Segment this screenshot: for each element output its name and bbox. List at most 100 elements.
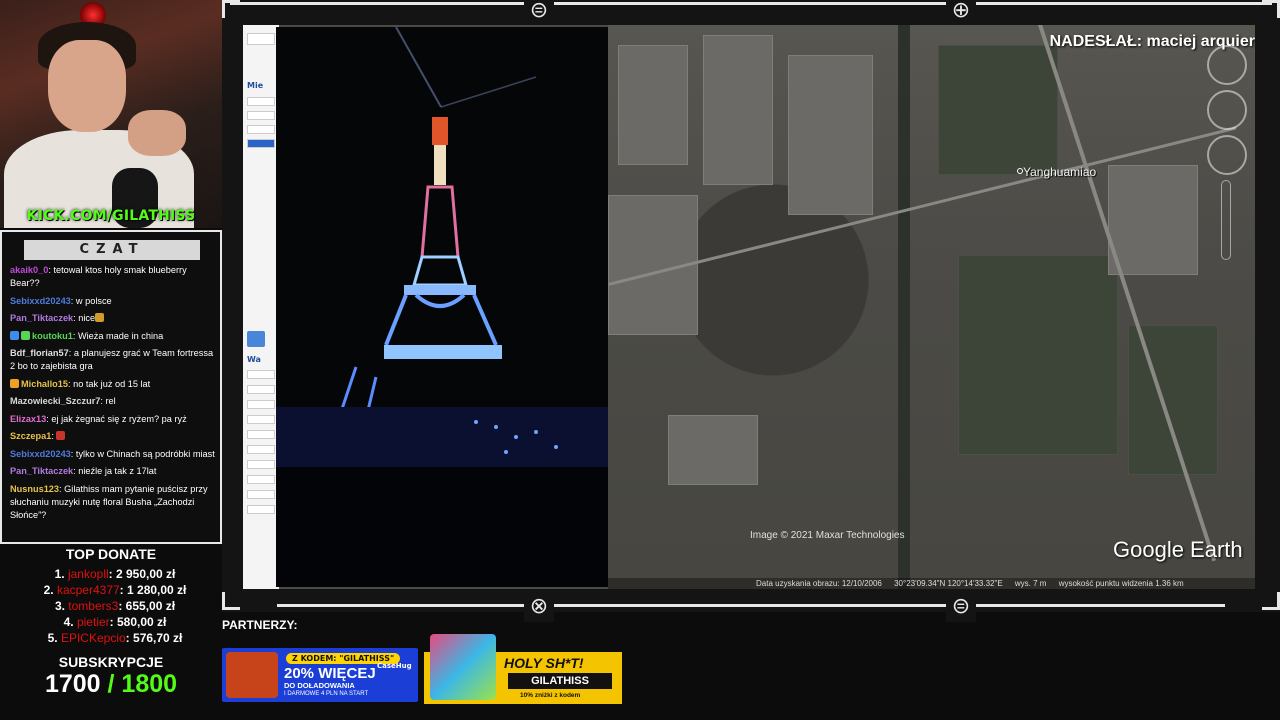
chat-message: akaik0_0: tetowal ktos holy smak blueber… [10,264,218,290]
chat-username[interactable]: Michallo15 [21,379,68,389]
chat-message: Sebixxd20243: w polsce [10,295,218,308]
navigation-controls[interactable] [1205,45,1249,265]
move-joystick-icon[interactable] [1207,135,1247,175]
chat-panel: CZAT akaik0_0: tetowal ktos holy smak bl… [0,230,222,544]
top-donate-list: 1. jankopll: 2 950,00 zł 2. kacper4377: 1… [0,566,222,646]
donate-amount: 2 950,00 zł [116,567,176,581]
chat-text: w polsce [75,295,112,306]
crosshair-icon: ⊕ [946,0,976,26]
sidebar-row[interactable] [247,415,275,424]
ad-brand: CaseHug [377,662,412,670]
chat-username[interactable]: Nusnus123 [10,484,59,494]
partner-ad-holy[interactable]: HOLY SH*T! GILATHISS 10% zniżki z kodem [424,634,622,704]
status-elevation: wys. 7 m [1014,579,1047,588]
building-cluster [788,55,873,215]
donate-amount: 576,70 zł [133,631,183,645]
chat-text: no tak już od 15 lat [73,378,151,389]
partner-ad-casehug[interactable]: Z KODEM: "GILATHISS" CaseHug 20% WIĘCEJ … [222,648,418,702]
donate-name: tombers3 [68,599,119,613]
farm-field [1128,325,1218,475]
donate-rank: 5. [47,631,58,645]
donate-rank: 1. [54,567,65,581]
ad-headline: 20% WIĘCEJ [284,665,376,682]
ad-small-print: 10% zniżki z kodem [520,692,581,699]
satellite-map[interactable]: NADESŁAŁ: maciej arquier Yanghuamiao Ima… [608,25,1255,589]
chat-text: rel [105,396,116,406]
sidebar-row[interactable] [247,385,275,394]
chat-username[interactable]: koutoku1 [32,331,73,341]
chat-text: nieźle ja tak z 17lat [78,466,157,476]
chat-message: Szczepa1: [10,430,218,443]
farm-field [958,255,1118,455]
donate-rank: 4. [63,615,74,629]
google-earth-sidebar: Mie Wa [243,25,279,589]
logo-stripes-icon: ⊜ [946,592,976,622]
sidebar-row-selected[interactable] [247,139,275,148]
frame-corner-br [1262,592,1280,610]
chat-message: koutoku1: Wieża made in china [10,330,218,343]
building-cluster [1108,165,1198,275]
ad-small-print: I DARMOWE 4 PLN NA START [284,691,369,697]
chat-text: nice [78,313,96,323]
sidebar-label-layers[interactable]: Wa [247,355,261,364]
donate-entry: 4. pietier: 580,00 zł [63,615,167,629]
look-joystick-icon[interactable] [1207,90,1247,130]
sidebar-row[interactable] [247,505,275,514]
building-cluster [703,35,773,185]
compass-icon[interactable] [1207,45,1247,85]
kick-channel-link[interactable]: KICK.COM/GILATHISS [0,208,222,228]
building-cluster [668,415,758,485]
google-earth-logo: Google Earth [1113,537,1243,562]
chat-username[interactable]: akaik0_0 [10,265,48,275]
logo-grid-icon: ⊗ [524,592,554,622]
sidebar-search-box[interactable] [247,33,275,45]
subs-counter: 1700 / 1800 [0,670,222,699]
chat-text: ej jak żegnać się z ryżem? pa ryż [51,413,187,424]
sidebar-row[interactable] [247,400,275,409]
sidebar-label-places[interactable]: Mie [247,81,263,90]
donate-name: pietier [76,615,110,629]
chat-username[interactable]: Elizax13 [10,414,46,424]
sidebar-row[interactable] [247,475,275,484]
chat-username[interactable]: Szczepa1 [10,431,51,441]
donate-entry: 1. jankopll: 2 950,00 zł [54,567,176,581]
donate-entry: 5. EPICKepcio: 576,70 zł [47,631,183,645]
logo-swirl-icon: ⊜ [524,0,554,26]
sidebar-row[interactable] [247,370,275,379]
frame-bottom-line [277,604,1225,607]
donate-name: jankopll [67,567,109,581]
sidebar-row[interactable] [247,430,275,439]
chat-message: Michallo15: no tak już od 15 lat [10,378,218,391]
search-icon[interactable] [247,331,265,347]
chat-username[interactable]: Pan_Tiktaczek [10,466,73,476]
chat-username[interactable]: Mazowiecki_Szczur7 [10,396,100,406]
chat-username[interactable]: Sebixxd20243 [10,449,71,459]
sidebar-row[interactable] [247,97,275,106]
sidebar-row[interactable] [247,111,275,120]
tower-illustration [276,27,608,587]
donate-name: kacper4377 [56,583,120,597]
chat-message-list: akaik0_0: tetowal ktos holy smak blueber… [10,264,218,526]
donate-entry: 3. tombers3: 655,00 zł [54,599,176,613]
chat-username[interactable]: Pan_Tiktaczek [10,313,73,323]
top-donate-title: TOP DONATE [65,546,157,562]
status-imagery-date: Data uzyskania obrazu: 12/10/2006 [756,579,882,588]
streamer-hand [128,110,186,156]
building-cluster [618,45,688,165]
chat-message: Mazowiecki_Szczur7: rel [10,395,218,408]
sidebar-row[interactable] [247,460,275,469]
stream-overlay: KICK.COM/GILATHISS CZAT akaik0_0: tetowa… [0,0,1280,720]
sidebar-row[interactable] [247,490,275,499]
chat-text: Wieża made in china [77,330,164,341]
place-label[interactable]: Yanghuamiao [1023,165,1096,179]
sidebar-row[interactable] [247,125,275,134]
chat-username[interactable]: Sebixxd20243 [10,296,71,306]
donate-rank: 2. [43,583,54,597]
streamer-face [48,40,126,132]
chat-username[interactable]: Bdf_florian57 [10,348,69,358]
donate-entry: 2. kacper4377: 1 280,00 zł [43,583,187,597]
frame-corner-tl [222,0,240,18]
sidebar-row[interactable] [247,445,275,454]
zoom-slider[interactable] [1221,180,1231,260]
product-boxes-icon [430,634,496,700]
